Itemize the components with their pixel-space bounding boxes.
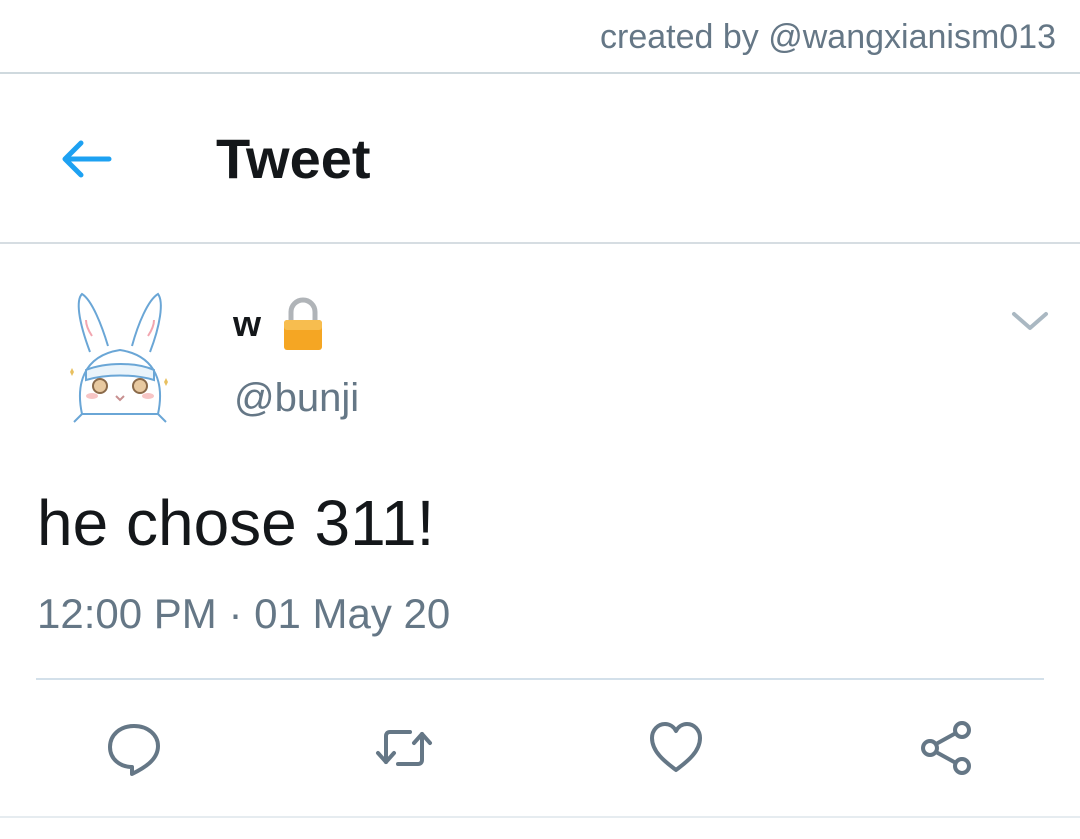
heart-icon [650,722,702,772]
tweet: w @bunji he chose 311! 12:00 PM · 01 May… [0,246,1080,839]
like-button[interactable] [644,716,708,780]
retweet-icon [376,730,432,766]
reply-button[interactable] [102,716,166,780]
tweet-menu-button[interactable] [1008,306,1052,336]
tweet-actions [0,716,1080,780]
share-icon [921,721,971,775]
tweet-timestamp[interactable]: 12:00 PM · 01 May 20 [37,590,450,638]
bottom-divider [0,816,1080,818]
avatar[interactable] [60,290,180,430]
retweet-button[interactable] [372,716,436,780]
chevron-down-icon [1012,312,1048,330]
lock-icon [284,297,323,350]
page-title: Tweet [216,127,371,190]
back-arrow-icon [62,140,112,178]
divider [36,678,1044,680]
user-handle[interactable]: @bunji [234,376,359,421]
reply-icon [108,724,160,776]
share-button[interactable] [914,716,978,780]
author-name-row: w [233,296,325,352]
bunny-avatar-icon [70,292,168,423]
credit-bar: created by @wangxianism013 [0,0,1080,74]
app-header: Tweet [0,74,1080,244]
credit-text: created by @wangxianism013 [600,18,1056,56]
back-button[interactable] [50,129,120,189]
display-name[interactable]: w [233,303,261,345]
tweet-text: he chose 311! [37,487,435,559]
